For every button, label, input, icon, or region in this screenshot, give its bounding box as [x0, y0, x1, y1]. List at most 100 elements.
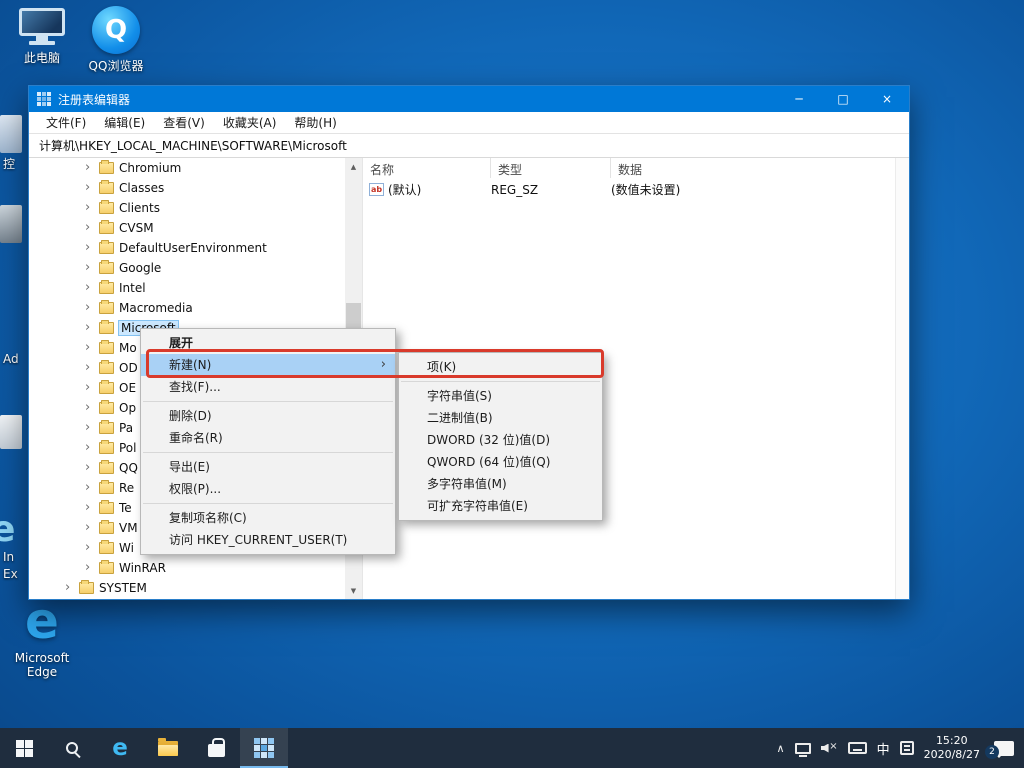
menu-item-expandable-string-value[interactable]: 可扩充字符串值(E)	[399, 495, 602, 517]
maximize-button[interactable]: □	[821, 86, 865, 112]
menu-item-expand[interactable]: 展开	[141, 332, 395, 354]
scroll-down-icon[interactable]: ▼	[345, 582, 362, 599]
menu-item-new[interactable]: 新建(N)›	[141, 354, 395, 376]
tray-ime-keyboard-icon[interactable]	[900, 741, 914, 755]
menu-item-binary-value[interactable]: 二进制值(B)	[399, 407, 602, 429]
tree-item-Intel[interactable]: › Intel	[29, 278, 345, 298]
menu-item-access-hkcu[interactable]: 访问 HKEY_CURRENT_USER(T)	[141, 529, 395, 551]
desktop-icon-qq-browser[interactable]: Q QQ浏览器	[84, 6, 148, 73]
chevron-right-icon[interactable]: ›	[85, 538, 97, 558]
menu-favorites[interactable]: 收藏夹(A)	[214, 114, 286, 131]
chevron-right-icon[interactable]: ›	[85, 218, 97, 238]
menu-item-find[interactable]: 查找(F)...	[141, 376, 395, 398]
chevron-right-icon[interactable]: ›	[85, 378, 97, 398]
chevron-right-icon[interactable]: ›	[85, 158, 97, 178]
taskbar-search-button[interactable]	[48, 728, 96, 768]
menu-file[interactable]: 文件(F)	[37, 114, 95, 131]
chevron-right-icon[interactable]: ›	[85, 258, 97, 278]
menu-item-rename[interactable]: 重命名(R)	[141, 427, 395, 449]
menu-item-delete[interactable]: 删除(D)	[141, 405, 395, 427]
column-header-type[interactable]: 类型	[491, 158, 611, 178]
menu-item-qword-value[interactable]: QWORD (64 位)值(Q)	[399, 451, 602, 473]
edge-icon: e	[25, 596, 59, 646]
tree-item-Macromedia[interactable]: › Macromedia	[29, 298, 345, 318]
taskbar-regedit-button[interactable]	[240, 728, 288, 768]
tree-item-label: Macromedia	[119, 301, 193, 315]
tray-clock[interactable]: 15:20 2020/8/27	[924, 734, 980, 762]
chevron-right-icon[interactable]: ›	[85, 298, 97, 318]
menu-edit[interactable]: 编辑(E)	[95, 114, 154, 131]
chevron-right-icon[interactable]: ›	[85, 518, 97, 538]
tree-item-Classes[interactable]: ›Classes	[29, 178, 345, 198]
string-value-icon: ab	[369, 183, 384, 196]
folder-icon	[99, 542, 114, 554]
chevron-right-icon[interactable]: ›	[85, 238, 97, 258]
chevron-right-icon[interactable]: ›	[85, 198, 97, 218]
scroll-up-icon[interactable]: ▲	[345, 158, 362, 175]
chevron-right-icon[interactable]: ›	[85, 418, 97, 438]
start-button[interactable]	[0, 728, 48, 768]
tray-ime-language-indicator[interactable]: 中	[877, 739, 890, 758]
chevron-right-icon[interactable]: ›	[85, 398, 97, 418]
store-icon	[208, 744, 225, 757]
mute-x-icon: ×	[829, 741, 837, 752]
column-header-data[interactable]: 数据	[611, 158, 895, 178]
menu-item-string-value[interactable]: 字符串值(S)	[399, 385, 602, 407]
address-bar[interactable]: 计算机\HKEY_LOCAL_MACHINE\SOFTWARE\Microsof…	[29, 134, 909, 158]
chevron-right-icon[interactable]: ›	[85, 558, 97, 578]
menu-item-label: DWORD (32 位)值(D)	[427, 429, 580, 451]
tree-item-DefaultUserEnvironment[interactable]: ›DefaultUserEnvironment	[29, 238, 345, 258]
menu-item-export[interactable]: 导出(E)	[141, 456, 395, 478]
tray-date: 2020/8/27	[924, 748, 980, 762]
chevron-right-icon[interactable]: ›	[85, 178, 97, 198]
chevron-right-icon[interactable]: ›	[85, 318, 97, 338]
taskbar-store-button[interactable]	[192, 728, 240, 768]
tree-item-label: Op	[119, 401, 136, 415]
chevron-right-icon[interactable]: ›	[85, 458, 97, 478]
chevron-right-icon[interactable]: ›	[85, 278, 97, 298]
registry-editor-icon	[37, 92, 51, 106]
chevron-right-icon[interactable]: ›	[85, 338, 97, 358]
menu-item-dword-value[interactable]: DWORD (32 位)值(D)	[399, 429, 602, 451]
desktop-icon-edge[interactable]: e Microsoft Edge	[10, 596, 74, 679]
menu-item-multi-string-value[interactable]: 多字符串值(M)	[399, 473, 602, 495]
desktop-icon-partial[interactable]	[0, 205, 22, 243]
menu-item-permissions[interactable]: 权限(P)...	[141, 478, 395, 500]
menu-item-label: QWORD (64 位)值(Q)	[427, 451, 580, 473]
desktop-icon-partial[interactable]	[0, 115, 22, 153]
menu-item-key[interactable]: 项(K)	[399, 356, 602, 378]
list-scrollbar[interactable]	[895, 158, 909, 599]
menu-item-copy-key-name[interactable]: 复制项名称(C)	[141, 507, 395, 529]
chevron-right-icon[interactable]: ›	[85, 438, 97, 458]
tree-item-WinRAR[interactable]: ›WinRAR	[29, 558, 345, 578]
tree-item-label: Intel	[119, 281, 146, 295]
chevron-right-icon[interactable]: ›	[85, 358, 97, 378]
desktop-icon-this-pc[interactable]: 此电脑	[10, 8, 74, 65]
tray-show-hidden-icons[interactable]: ∧	[777, 742, 785, 755]
window-titlebar[interactable]: 注册表编辑器 ─ □ ×	[29, 86, 909, 112]
tree-item-Google[interactable]: ›Google	[29, 258, 345, 278]
value-row-default[interactable]: ab (默认) REG_SZ (数值未设置)	[363, 180, 895, 199]
taskbar-explorer-button[interactable]	[144, 728, 192, 768]
menu-view[interactable]: 查看(V)	[154, 114, 214, 131]
tree-item-CVSM[interactable]: ›CVSM	[29, 218, 345, 238]
chevron-right-icon[interactable]: ›	[65, 578, 77, 598]
tree-item-label: Re	[119, 481, 134, 495]
tree-item-Chromium[interactable]: ›Chromium	[29, 158, 345, 178]
submenu-arrow-icon: ›	[381, 354, 386, 376]
tray-network-icon[interactable]	[795, 743, 811, 754]
desktop-icon-partial[interactable]	[0, 415, 22, 449]
tree-item-Clients[interactable]: ›Clients	[29, 198, 345, 218]
tree-item-SYSTEM[interactable]: ›SYSTEM	[29, 578, 345, 598]
close-button[interactable]: ×	[865, 86, 909, 112]
desktop-icon-ie-partial[interactable]: e	[0, 510, 31, 552]
notification-center-button[interactable]: 2	[994, 741, 1014, 756]
column-header-name[interactable]: 名称	[363, 158, 491, 178]
tray-touch-keyboard-icon[interactable]	[848, 742, 867, 754]
chevron-right-icon[interactable]: ›	[85, 498, 97, 518]
taskbar-edge-button[interactable]: e	[96, 728, 144, 768]
menu-help[interactable]: 帮助(H)	[285, 114, 345, 131]
chevron-right-icon[interactable]: ›	[85, 478, 97, 498]
minimize-button[interactable]: ─	[777, 86, 821, 112]
tray-volume-muted-icon[interactable]: ×	[821, 742, 838, 755]
